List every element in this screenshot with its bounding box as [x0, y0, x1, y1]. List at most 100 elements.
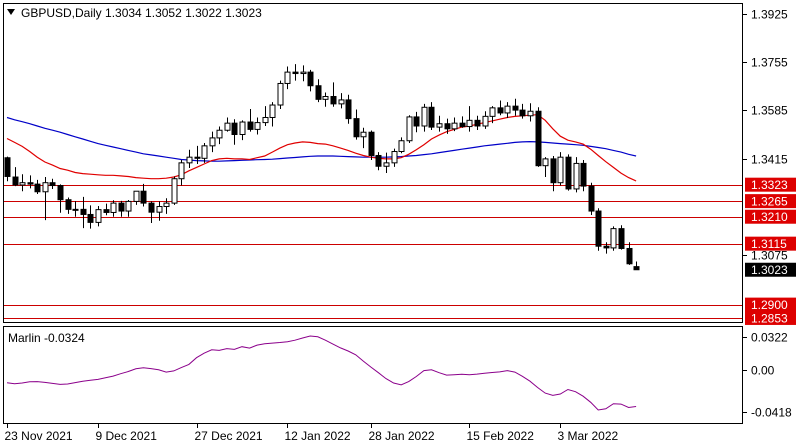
current-price-label: 1.3023: [751, 263, 788, 277]
candle-body: [65, 199, 72, 210]
candle-body: [406, 116, 413, 142]
candle-body: [103, 209, 110, 213]
price-axis[interactable]: 1.39251.37551.35851.34151.30751.33231.32…: [742, 8, 796, 326]
candle-body: [140, 190, 147, 204]
oscillator-tick-label: -0.0418: [751, 406, 792, 420]
candle-body: [360, 131, 367, 138]
candle-body: [353, 118, 360, 138]
candle-body: [239, 121, 246, 135]
candle-body: [330, 96, 337, 105]
candle-body: [603, 245, 610, 249]
candle-body: [573, 162, 580, 190]
candle-body: [201, 145, 208, 159]
candle-body: [633, 266, 640, 271]
candle-body: [436, 123, 443, 128]
candle-body: [451, 122, 458, 130]
candlestick-series[interactable]: [4, 64, 640, 271]
symbol-header: GBPUSD,Daily 1.3034 1.3052 1.3022 1.3023: [21, 6, 262, 20]
time-tick-label: 23 Nov 2021: [5, 429, 73, 443]
candle-body: [497, 107, 504, 114]
candle-body: [375, 154, 382, 167]
slow-ma-line: [6, 116, 637, 162]
candle-body: [315, 85, 322, 100]
candle-body: [398, 140, 405, 153]
candle-body: [269, 104, 276, 118]
candle-body: [27, 182, 34, 185]
candle-body: [247, 121, 254, 130]
candle-body: [588, 185, 595, 212]
candle-body: [95, 209, 102, 223]
candle-body: [307, 71, 314, 87]
candle-body: [626, 247, 633, 265]
candle-body: [338, 99, 345, 105]
candle-body: [466, 119, 473, 128]
oscillator-tick-label: 0.0322: [751, 331, 788, 345]
candle-body: [459, 122, 466, 128]
candle-body: [12, 176, 19, 186]
collapse-arrow-icon[interactable]: [7, 9, 15, 15]
candle-body: [474, 119, 481, 127]
candle-body: [231, 122, 238, 135]
candle-body: [148, 202, 155, 213]
candle-body: [277, 82, 284, 106]
candle-body: [80, 208, 87, 215]
candle-body: [527, 110, 534, 117]
candle-body: [383, 162, 390, 167]
trading-chart[interactable]: 1.39251.37551.35851.34151.30751.33231.32…: [0, 0, 803, 445]
level-price-label: 1.3210: [751, 210, 788, 224]
time-tick-label: 28 Jan 2022: [369, 429, 435, 443]
candle-body: [156, 206, 163, 213]
candle-body: [368, 131, 375, 156]
level-price-label: 1.3265: [751, 195, 788, 209]
candle-body: [519, 109, 526, 117]
time-tick-label: 27 Dec 2021: [195, 429, 263, 443]
candle-body: [284, 71, 291, 84]
time-tick-label: 12 Jan 2022: [285, 429, 351, 443]
candle-body: [4, 157, 11, 177]
fast-ma-line: [6, 114, 637, 182]
candle-body: [557, 156, 564, 184]
candle-body: [133, 190, 140, 202]
candle-body: [542, 158, 549, 167]
level-price-label: 1.3115: [751, 237, 787, 251]
oscillator-axis: 0.0322 0.00 -0.0418: [742, 331, 792, 420]
candle-body: [224, 122, 231, 131]
candle-body: [262, 116, 269, 124]
candle-body: [512, 105, 519, 111]
candle-body: [110, 202, 117, 213]
time-tick-label: 15 Feb 2022: [467, 429, 535, 443]
time-axis[interactable]: 23 Nov 2021 9 Dec 2021 27 Dec 2021 12 Jan 2…: [5, 424, 619, 443]
candle-body: [163, 202, 170, 208]
oscillator-label: Marlin -0.0324: [8, 331, 85, 345]
candle-body: [618, 228, 625, 249]
price-tick-label: 1.3755: [751, 56, 788, 70]
candle-body: [504, 105, 511, 114]
candle-body: [254, 122, 261, 130]
candle-body: [565, 156, 572, 190]
candle-body: [391, 151, 398, 164]
candle-body: [482, 115, 489, 127]
main-panel-border: [3, 3, 743, 323]
price-tick-label: 1.3415: [751, 153, 788, 167]
candle-body: [118, 202, 125, 212]
candle-body: [595, 210, 602, 247]
level-price-label: 1.2900: [751, 298, 788, 312]
candle-body: [194, 156, 201, 159]
candle-body: [550, 158, 557, 184]
candle-body: [428, 106, 435, 128]
level-price-label: 1.2853: [751, 311, 788, 325]
candle-body: [42, 182, 49, 193]
time-tick-label: 9 Dec 2021: [96, 429, 158, 443]
candle-body: [421, 106, 428, 127]
candle-body: [292, 71, 299, 75]
oscillator-panel-border: [3, 326, 743, 424]
candle-body: [216, 129, 223, 139]
moving-averages: [6, 114, 637, 182]
candle-body: [444, 123, 451, 130]
candle-body: [186, 156, 193, 164]
candle-body: [57, 185, 64, 201]
price-tick-label: 1.3585: [751, 104, 788, 118]
candle-body: [49, 182, 56, 187]
marlin-oscillator: [6, 335, 637, 411]
candle-body: [19, 182, 26, 186]
